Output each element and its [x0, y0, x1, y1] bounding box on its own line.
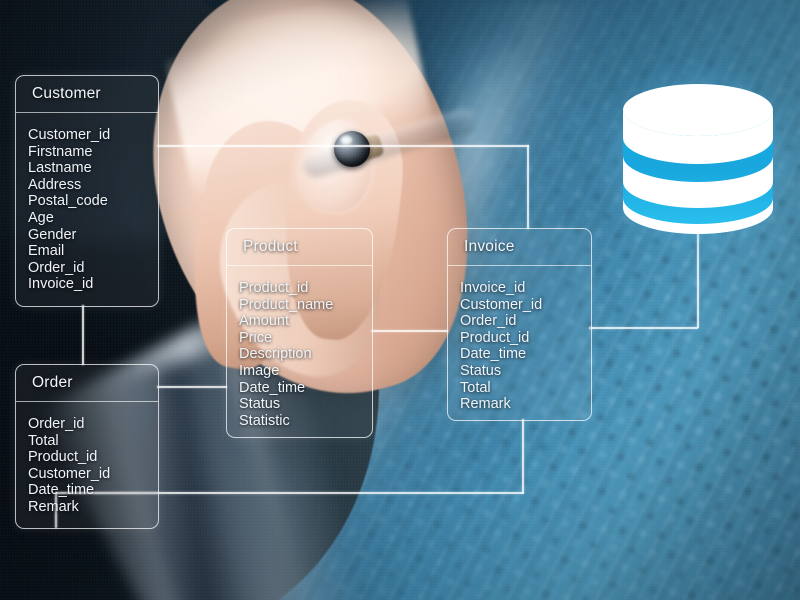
- entity-order[interactable]: Order Order_id Total Product_id Customer…: [15, 364, 159, 529]
- connector-order-to-product: [157, 386, 227, 388]
- field: Order_id: [460, 313, 517, 330]
- entity-invoice[interactable]: Invoice Invoice_id Customer_id Order_id …: [447, 228, 592, 421]
- field: Date_time: [460, 346, 527, 363]
- database-cylinder-icon: [623, 84, 773, 234]
- entity-customer-fields: Customer_id Firstname Lastname Address P…: [16, 113, 158, 305]
- field: Product_id: [28, 449, 98, 466]
- field: Amount: [239, 313, 289, 330]
- field: Invoice_id: [460, 280, 526, 296]
- field: Total: [460, 379, 491, 396]
- field: Price: [239, 329, 273, 346]
- field: Product_name: [239, 296, 334, 313]
- connector-customer-to-order: [82, 305, 84, 365]
- entity-customer-title: Customer: [32, 85, 101, 102]
- er-diagram: Customer Customer_id Firstname Lastname …: [0, 0, 800, 600]
- entity-invoice-fields: Invoice_id Customer_id Order_id Product_…: [448, 266, 591, 425]
- field: Firstname: [28, 143, 93, 160]
- entity-invoice-header: Invoice: [448, 229, 591, 266]
- connector-customer-to-invoice-horizontal: [157, 145, 529, 147]
- field: Product_id: [239, 280, 309, 296]
- field: Lastname: [28, 160, 92, 177]
- entity-product-header: Product: [227, 229, 372, 266]
- field: Age: [28, 209, 54, 226]
- entity-product-fields: Product_id Product_name Amount Price Des…: [227, 266, 372, 441]
- field: Email: [28, 243, 65, 260]
- field: Order_id: [28, 416, 85, 432]
- screenshot-stage: Customer Customer_id Firstname Lastname …: [0, 0, 800, 600]
- connector-customer-to-invoice-vertical: [527, 145, 529, 229]
- field: Customer_id: [28, 465, 111, 482]
- database-icon[interactable]: [597, 62, 799, 256]
- field: Customer_id: [460, 296, 543, 313]
- field: Status: [239, 396, 281, 413]
- entity-order-title: Order: [32, 374, 73, 391]
- field: Address: [28, 176, 82, 193]
- field: Date_time: [239, 379, 306, 396]
- field: Product_id: [460, 329, 530, 346]
- entity-customer-header: Customer: [16, 76, 158, 113]
- field: Invoice_id: [28, 276, 94, 293]
- field: Status: [460, 362, 502, 379]
- field: Remark: [460, 396, 511, 413]
- field: Gender: [28, 226, 77, 243]
- connector-database-to-invoice: [589, 327, 698, 329]
- field: Customer_id: [28, 127, 111, 143]
- entity-order-header: Order: [16, 365, 158, 402]
- connector-invoice-down: [522, 419, 524, 493]
- entity-invoice-title: Invoice: [464, 238, 515, 255]
- field: Remark: [28, 498, 79, 515]
- field: Date_time: [28, 482, 95, 499]
- field: Statistic: [239, 412, 290, 429]
- field: Total: [28, 432, 59, 449]
- entity-product[interactable]: Product Product_id Product_name Amount P…: [226, 228, 373, 438]
- entity-order-fields: Order_id Total Product_id Customer_id Da…: [16, 402, 158, 528]
- entity-product-title: Product: [243, 238, 298, 255]
- field: Description: [239, 346, 312, 363]
- connector-product-to-invoice: [371, 330, 448, 332]
- field: Postal_code: [28, 193, 108, 210]
- entity-customer[interactable]: Customer Customer_id Firstname Lastname …: [15, 75, 159, 307]
- field: Order_id: [28, 259, 85, 276]
- field: Image: [239, 362, 280, 379]
